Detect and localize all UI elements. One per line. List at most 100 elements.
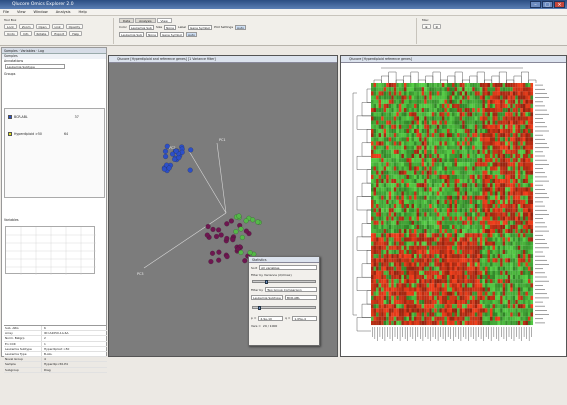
- sample-point-blue[interactable]: [172, 156, 178, 162]
- misc-button-2[interactable]: ⊗: [432, 23, 442, 29]
- sample-point-blue[interactable]: [164, 143, 170, 149]
- sample-point-purple[interactable]: [216, 249, 222, 255]
- heatmap-plot[interactable]: [341, 63, 567, 358]
- variance-slider[interactable]: [252, 279, 316, 284]
- sample-point-green[interactable]: [243, 218, 249, 224]
- heatmap-cell: [512, 112, 516, 117]
- maximize-icon[interactable]: □: [542, 1, 553, 8]
- sample-point-purple[interactable]: [216, 227, 222, 233]
- tab-variables[interactable]: Variables: [21, 49, 36, 53]
- sample-point-blue[interactable]: [163, 153, 169, 159]
- close-icon[interactable]: ×: [554, 1, 565, 8]
- plot-settings-select-2[interactable]: Auto: [185, 31, 197, 37]
- group-a-select[interactable]: Leukemia Subtype: [251, 294, 283, 300]
- sample-point-purple[interactable]: [208, 259, 214, 265]
- heatmap-cell: [414, 308, 417, 313]
- sample-point-blue[interactable]: [173, 148, 179, 154]
- sample-point-blue[interactable]: [188, 147, 194, 153]
- label-select[interactable]: Gene Symbol: [188, 24, 213, 30]
- variance-slider-knob[interactable]: [265, 279, 269, 284]
- sample-point-blue[interactable]: [166, 165, 172, 171]
- sample-point-green[interactable]: [238, 226, 244, 232]
- heatmap-cell: [441, 95, 445, 100]
- sample-point-purple[interactable]: [228, 218, 234, 224]
- sample-point-purple[interactable]: [224, 221, 230, 227]
- color-select-2[interactable]: Leukemia Sub: [119, 31, 145, 37]
- sample-point-purple[interactable]: [243, 228, 249, 234]
- menu-file[interactable]: File: [3, 9, 9, 15]
- sample-point-blue[interactable]: [187, 167, 193, 173]
- sample-point-green[interactable]: [247, 250, 253, 256]
- sample-point-green[interactable]: [236, 213, 242, 219]
- tab-analysis[interactable]: Analysis: [135, 18, 156, 23]
- heatmap-cell: [459, 170, 463, 175]
- export-button[interactable]: Export: [51, 30, 68, 36]
- heatmap-cell: [522, 216, 526, 221]
- tab-samples[interactable]: Samples: [4, 49, 18, 53]
- sample-point-green[interactable]: [250, 217, 256, 223]
- sample-point-blue[interactable]: [161, 166, 167, 172]
- legend-item-hyperdiploid[interactable]: Hyperdiploid >50 64: [8, 131, 68, 136]
- rotate-button[interactable]: Rotate: [33, 30, 50, 36]
- annotation-select[interactable]: Leukemia Subtype: [5, 64, 65, 69]
- heatmap-cell: [525, 262, 528, 267]
- heatmap-cell: [454, 120, 458, 125]
- open-button[interactable]: Open: [35, 23, 50, 29]
- undo-button[interactable]: Undo: [4, 30, 18, 36]
- sample-point-purple[interactable]: [213, 234, 219, 240]
- menu-window[interactable]: Window: [34, 9, 48, 15]
- heatmap-cell: [403, 241, 407, 246]
- sort-select[interactable]: All variables: [259, 265, 317, 270]
- sample-point-green[interactable]: [239, 235, 245, 241]
- lock-button[interactable]: Lock: [4, 23, 17, 29]
- label-select-2[interactable]: Gene Symbol: [159, 31, 184, 37]
- heatmap-cell: [426, 183, 430, 188]
- heatmap-cell: [497, 124, 501, 129]
- sample-point-purple[interactable]: [242, 258, 248, 264]
- sample-point-green[interactable]: [233, 229, 239, 235]
- tab-view[interactable]: View: [156, 18, 172, 23]
- heatmap-cell: [489, 141, 493, 146]
- variables-grid[interactable]: [5, 226, 96, 275]
- heatmap-cell: [474, 137, 478, 142]
- sample-point-purple[interactable]: [216, 257, 222, 263]
- sample-point-purple[interactable]: [209, 250, 215, 256]
- size-select[interactable]: None: [164, 24, 176, 30]
- heatmap-cell: [517, 158, 521, 163]
- sample-point-purple[interactable]: [230, 237, 236, 243]
- heatmap-cell: [515, 237, 518, 242]
- sample-point-purple[interactable]: [210, 226, 216, 232]
- p-value-slider[interactable]: [252, 306, 316, 310]
- heatmap-cell: [484, 262, 488, 267]
- menu-analysis[interactable]: Analysis: [56, 9, 71, 15]
- help-button[interactable]: Help: [69, 30, 83, 36]
- sample-point-purple[interactable]: [224, 254, 230, 260]
- sample-point-purple[interactable]: [224, 236, 230, 242]
- sample-point-blue[interactable]: [162, 148, 168, 154]
- sample-point-green[interactable]: [255, 219, 261, 225]
- q-value-field[interactable]: 1.05e-4: [292, 315, 317, 321]
- tab-data[interactable]: Data: [119, 18, 135, 23]
- heatmap-cell: [479, 295, 483, 301]
- misc-button-1[interactable]: ⊕: [422, 23, 431, 29]
- menu-view[interactable]: View: [17, 9, 26, 15]
- tab-log[interactable]: Log: [38, 49, 44, 53]
- opacity-button[interactable]: Opacity: [65, 23, 84, 29]
- p-value-slider-knob[interactable]: [257, 306, 261, 310]
- group-b-select[interactable]: BCR-ABL: [285, 294, 317, 300]
- sample-point-green[interactable]: [238, 250, 244, 256]
- size-select-2[interactable]: None: [146, 31, 158, 37]
- sample-point-purple[interactable]: [204, 232, 210, 238]
- p-value-field[interactable]: 4.9e-10: [258, 315, 283, 321]
- color-select[interactable]: Leukemia Sub: [128, 24, 154, 30]
- info-button[interactable]: Info: [19, 30, 32, 36]
- menu-help[interactable]: Help: [79, 9, 87, 15]
- link-button[interactable]: Link: [51, 23, 64, 29]
- sample-point-purple[interactable]: [205, 224, 211, 230]
- minimize-icon[interactable]: –: [530, 1, 541, 8]
- zoom-button[interactable]: Zoom: [18, 23, 34, 29]
- legend-item-bcr-abl[interactable]: BCR-ABL 37: [8, 114, 79, 119]
- filter-by-select[interactable]: Two Group Comparison: [265, 287, 317, 292]
- plot-settings-select[interactable]: Auto: [235, 24, 246, 30]
- sample-point-purple[interactable]: [218, 232, 224, 238]
